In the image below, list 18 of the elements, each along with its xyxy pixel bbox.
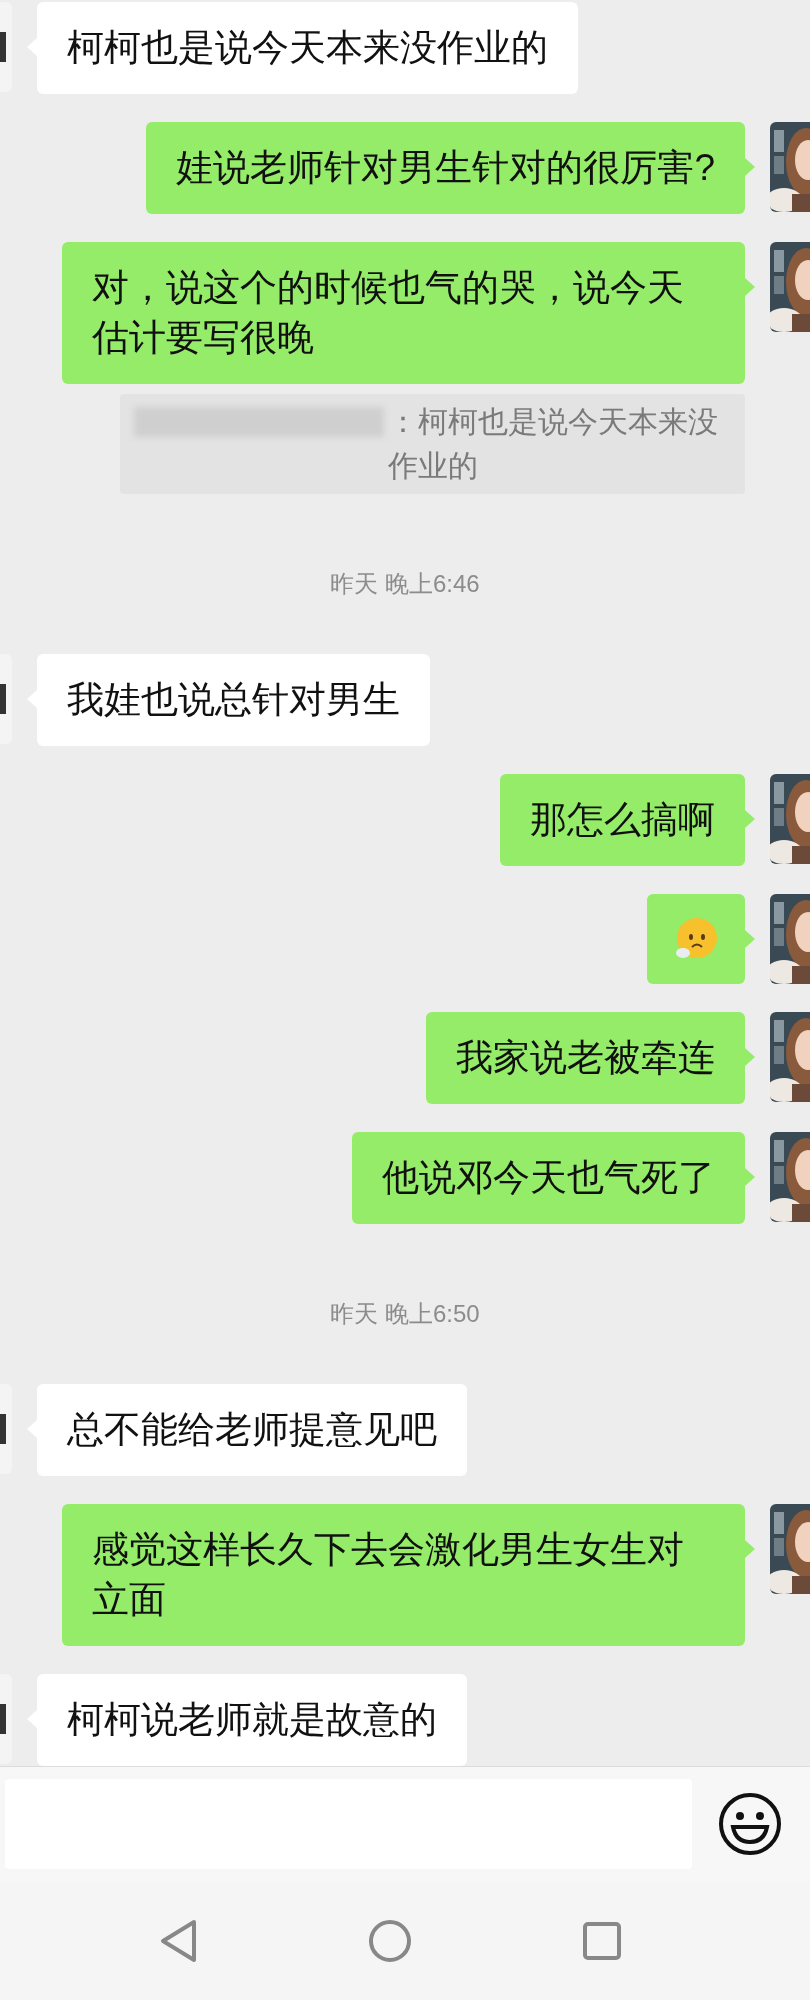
message-bubble: 我家说老被牵连: [426, 1012, 745, 1104]
timestamp: 昨天 晚上6:46: [330, 569, 480, 599]
back-icon[interactable]: [158, 1917, 198, 1964]
message-bubble: 感觉这样长久下去会激化男生女生对立面: [62, 1504, 745, 1646]
message-bubble: 对，说这个的时候也气的哭，说今天估计要写很晚: [62, 242, 745, 384]
message-bubble: 娃说老师针对男生针对的很厉害?: [146, 122, 745, 214]
message-bubble: 他说邓今天也气死了: [352, 1132, 745, 1224]
message-bubble: 柯柯也是说今天本来没作业的: [37, 2, 578, 94]
message-bubble: 我娃也说总针对男生: [37, 654, 430, 746]
quote-text: ：柯柯也是说今天本来没作业的: [388, 404, 719, 484]
home-icon[interactable]: [368, 1918, 412, 1963]
recents-icon[interactable]: [582, 1920, 622, 1961]
message-bubble: 柯柯说老师就是故意的: [37, 1674, 467, 1766]
timestamp: 昨天 晚上6:50: [330, 1299, 480, 1329]
emoji-icon[interactable]: [718, 1792, 782, 1857]
worried-emoji-icon: [674, 917, 718, 961]
message-bubble: 那怎么搞啊: [500, 774, 745, 866]
message-bubble: 总不能给老师提意见吧: [37, 1384, 467, 1476]
